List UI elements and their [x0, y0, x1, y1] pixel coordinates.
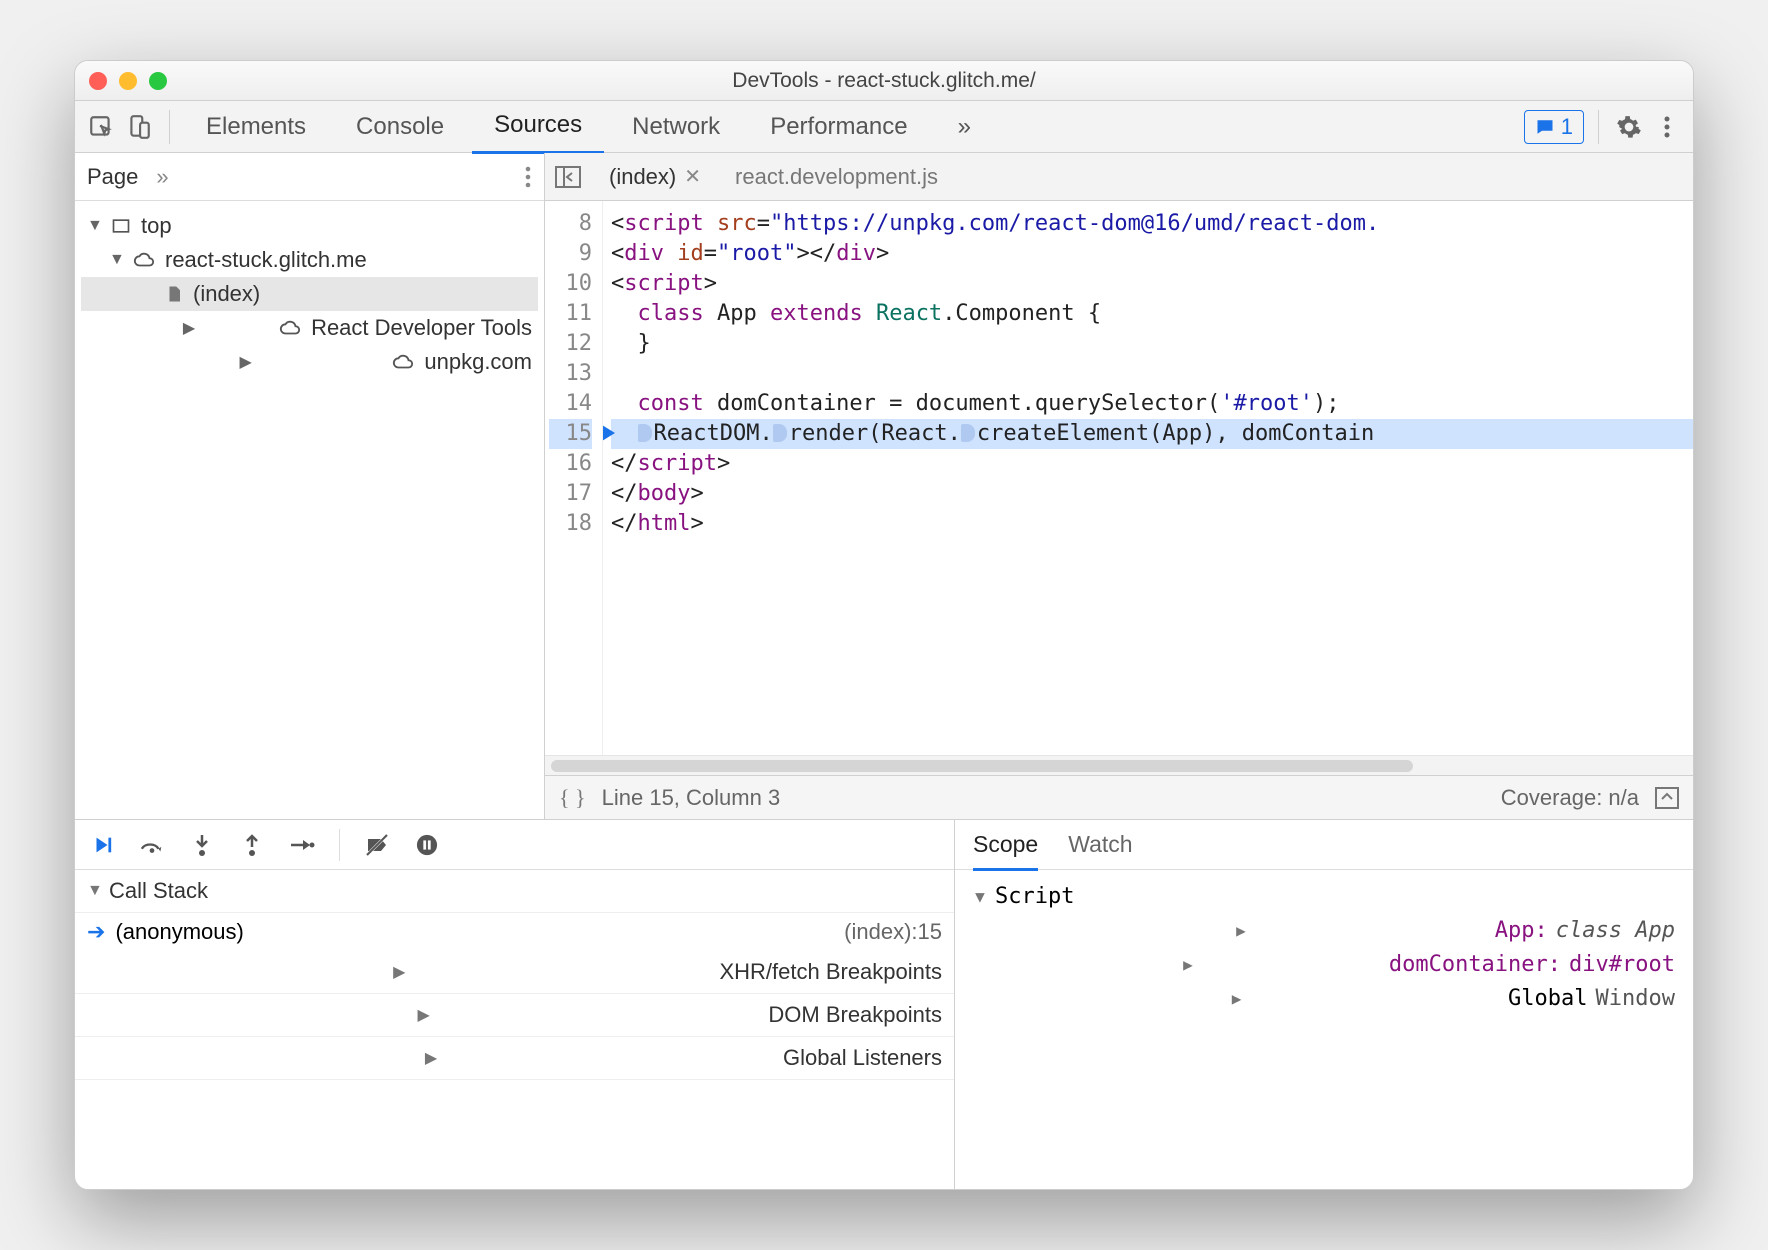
deactivate-breakpoints-icon[interactable]	[364, 832, 390, 858]
tab-more[interactable]: »	[936, 101, 993, 153]
tree-react-devtools[interactable]: React Developer Tools	[81, 311, 538, 345]
global-listeners-header[interactable]: Global Listeners	[75, 1037, 954, 1080]
cloud-icon	[279, 317, 301, 339]
issues-count: 1	[1561, 114, 1573, 140]
cloud-icon	[392, 351, 414, 373]
tab-scope[interactable]: Scope	[973, 831, 1038, 871]
dom-breakpoints-header[interactable]: DOM Breakpoints	[75, 994, 954, 1037]
coverage-label: Coverage: n/a	[1501, 785, 1639, 811]
cursor-position: Line 15, Column 3	[602, 785, 781, 811]
pause-exceptions-icon[interactable]	[414, 832, 440, 858]
tab-watch[interactable]: Watch	[1068, 831, 1132, 858]
step-icon[interactable]	[289, 832, 315, 858]
file-tab-strip: (index) ✕ react.development.js	[545, 153, 1693, 201]
code-editor[interactable]: 89101112131415161718 <script src="https:…	[545, 201, 1693, 755]
cloud-icon	[133, 249, 155, 271]
step-into-icon[interactable]	[189, 832, 215, 858]
tab-elements[interactable]: Elements	[184, 101, 328, 153]
window-title: DevTools - react-stuck.glitch.me/	[75, 69, 1693, 93]
debug-toolbar	[75, 820, 954, 870]
tab-console[interactable]: Console	[334, 101, 466, 153]
issues-badge[interactable]: 1	[1524, 110, 1584, 144]
navigator-page-tab[interactable]: Page	[87, 164, 138, 190]
file-tab-react[interactable]: react.development.js	[725, 158, 948, 196]
horizontal-scrollbar[interactable]	[545, 755, 1693, 775]
more-menu-icon[interactable]	[1651, 111, 1683, 143]
debugger-panel: Call Stack ➔ (anonymous) (index):15 XHR/…	[75, 819, 1693, 1189]
close-icon[interactable]: ✕	[684, 164, 701, 189]
divider	[1598, 110, 1599, 144]
editor-status-bar: { } Line 15, Column 3 Coverage: n/a	[545, 775, 1693, 819]
main-tab-strip: Elements Console Sources Network Perform…	[75, 101, 1693, 153]
tree-unpkg[interactable]: unpkg.com	[81, 345, 538, 379]
device-toggle-icon[interactable]	[123, 111, 155, 143]
call-stack-header[interactable]: Call Stack	[75, 870, 954, 913]
devtools-window: DevTools - react-stuck.glitch.me/ Elemen…	[74, 60, 1694, 1190]
settings-icon[interactable]	[1613, 111, 1645, 143]
toggle-navigator-icon[interactable]	[555, 166, 585, 188]
tree-domain[interactable]: react-stuck.glitch.me	[81, 243, 538, 277]
scope-script[interactable]: Script	[973, 880, 1675, 914]
scope-global[interactable]: GlobalWindow	[973, 982, 1675, 1016]
navigator-panel: Page » top react-stuck.glitch.me	[75, 153, 545, 819]
file-tree: top react-stuck.glitch.me (index) React …	[75, 201, 544, 387]
tree-top[interactable]: top	[81, 209, 538, 243]
code-content[interactable]: <script src="https://unpkg.com/react-dom…	[603, 201, 1693, 755]
titlebar: DevTools - react-stuck.glitch.me/	[75, 61, 1693, 101]
file-icon	[165, 283, 183, 305]
scope-domcontainer[interactable]: domContainer: div#root	[973, 948, 1675, 982]
editor-panel: (index) ✕ react.development.js 891011121…	[545, 153, 1693, 819]
xhr-breakpoints-header[interactable]: XHR/fetch Breakpoints	[75, 951, 954, 994]
step-out-icon[interactable]	[239, 832, 265, 858]
frame-icon	[111, 216, 131, 236]
line-gutter[interactable]: 89101112131415161718	[545, 201, 603, 755]
navigator-more[interactable]: »	[156, 164, 168, 190]
tree-index-file[interactable]: (index)	[81, 277, 538, 311]
inspect-icon[interactable]	[85, 111, 117, 143]
scope-watch-tabs: Scope Watch	[955, 820, 1693, 870]
tab-sources[interactable]: Sources	[472, 99, 604, 154]
coverage-toggle-icon[interactable]	[1655, 787, 1679, 809]
resume-icon[interactable]	[89, 832, 115, 858]
step-over-icon[interactable]	[139, 832, 165, 858]
file-tab-index[interactable]: (index) ✕	[599, 158, 711, 196]
call-stack-panel: Call Stack ➔ (anonymous) (index):15 XHR/…	[75, 820, 955, 1189]
scope-body: Script App: class App domContainer: div#…	[955, 870, 1693, 1026]
content-area: Page » top react-stuck.glitch.me	[75, 153, 1693, 819]
stack-frame[interactable]: ➔ (anonymous) (index):15	[75, 913, 954, 951]
scope-app[interactable]: App: class App	[973, 914, 1675, 948]
current-frame-icon: ➔	[87, 919, 105, 945]
pretty-print-icon[interactable]: { }	[559, 785, 586, 811]
tab-performance[interactable]: Performance	[748, 101, 929, 153]
tab-network[interactable]: Network	[610, 101, 742, 153]
scope-panel: Scope Watch Script App: class App domCon…	[955, 820, 1693, 1189]
navigator-header: Page »	[75, 153, 544, 201]
scrollbar-thumb[interactable]	[551, 760, 1413, 772]
navigator-menu-icon[interactable]	[524, 165, 532, 189]
divider	[169, 110, 170, 144]
